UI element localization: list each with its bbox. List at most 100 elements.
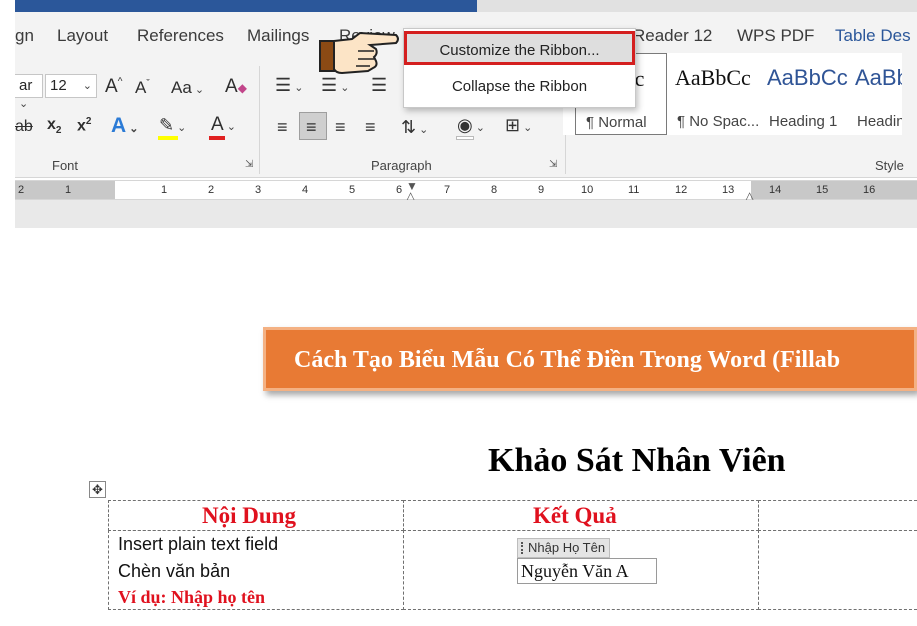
- table-move-handle-icon[interactable]: ✥: [89, 481, 106, 498]
- align-center-button[interactable]: ≡: [299, 112, 327, 140]
- style-sample: AaBbC: [855, 65, 902, 90]
- highlight-color-swatch: [158, 136, 178, 140]
- align-center-icon: ≡: [306, 117, 317, 137]
- align-right-icon[interactable]: ≡: [335, 118, 346, 136]
- styles-group-label: Style: [875, 158, 904, 173]
- align-left-icon[interactable]: ≡: [277, 118, 288, 136]
- highlighter-icon[interactable]: ✎ ⌄: [159, 116, 186, 134]
- font-size-value: 12: [50, 77, 67, 94]
- font-size-combo[interactable]: 12 ⌄: [45, 74, 97, 98]
- superscript-mark: 2: [85, 116, 92, 127]
- style-heading-1[interactable]: AaBbCc Heading 1: [759, 53, 851, 135]
- ruler-label: 10: [581, 184, 594, 196]
- tab-layout[interactable]: Layout: [57, 26, 108, 46]
- ruler-label: 11: [628, 184, 640, 196]
- tab-mailings[interactable]: Mailings: [247, 26, 309, 46]
- ruler-label: 15: [816, 184, 829, 196]
- superscript-icon[interactable]: x2: [77, 116, 91, 135]
- title-bar-strip: [15, 0, 917, 12]
- table-cell[interactable]: [758, 530, 917, 610]
- shading-icon[interactable]: ◉ ⌄: [457, 116, 485, 134]
- content-control-tag[interactable]: Nhập Họ Tên: [517, 538, 611, 558]
- line-spacing-icon[interactable]: ⇅ ⌄: [401, 118, 428, 136]
- ruler-label: 2: [208, 184, 215, 196]
- tab-references[interactable]: References: [137, 26, 224, 46]
- ruler-label: 4: [302, 184, 309, 196]
- paragraph-dialog-launcher-icon[interactable]: ⇲: [549, 159, 557, 170]
- style-name: Heading 1: [769, 113, 838, 130]
- customize-ribbon-menu-item[interactable]: Customize the Ribbon...: [404, 31, 635, 65]
- ruler-label: 1: [65, 184, 72, 196]
- tab-wps-pdf[interactable]: WPS PDF: [737, 26, 814, 46]
- chevron-down-icon: ⌄: [19, 98, 29, 110]
- ruler-label: 12: [675, 184, 688, 196]
- subscript-glyph: x: [47, 116, 56, 133]
- ruler-gutter: [15, 200, 917, 228]
- style-no-spacing[interactable]: AaBbCc ¶ No Spac...: [667, 53, 759, 135]
- drag-handle-icon[interactable]: [521, 542, 524, 554]
- chevron-down-icon: ⌄: [291, 82, 304, 94]
- pointing-hand-icon: [319, 31, 399, 75]
- header-content: Nội Dung: [202, 503, 296, 528]
- ruler-label: 5: [349, 184, 356, 196]
- strikethrough-glyph: ab: [15, 118, 33, 135]
- plain-text-content-control[interactable]: Nguyễn Văn A: [517, 558, 657, 584]
- ruler-label: 1: [161, 184, 168, 196]
- chevron-down-icon: ⌄: [520, 122, 533, 134]
- subscript-icon[interactable]: x2: [47, 116, 61, 136]
- strikethrough-icon[interactable]: ab: [15, 118, 33, 136]
- ruler-label: 2: [18, 184, 25, 196]
- change-case-glyph: Aa: [171, 78, 192, 97]
- style-sample: AaBbCc: [767, 65, 848, 90]
- grow-font-icon[interactable]: A^: [105, 76, 122, 98]
- row-line-1: Insert plain text field: [118, 534, 279, 554]
- style-sample: AaBbCc: [675, 65, 751, 90]
- title-banner: Cách Tạo Biểu Mẫu Có Thể Điền Trong Word…: [263, 327, 917, 391]
- content-control-title: Nhập Họ Tên: [528, 540, 606, 555]
- ruler-label: 16: [863, 184, 876, 196]
- chevron-down-icon: ⌄: [191, 84, 205, 96]
- chevron-down-icon: ⌄: [126, 123, 139, 135]
- tab-reader[interactable]: Reader 12: [633, 26, 712, 46]
- borders-icon[interactable]: ⊞ ⌄: [505, 116, 532, 134]
- ruler-label: 3: [255, 184, 262, 196]
- font-color-swatch: [209, 136, 225, 140]
- table-header-cell[interactable]: [758, 500, 917, 531]
- row-line-2: Chèn văn bản: [118, 561, 231, 581]
- bullets-icon[interactable]: ☰ ⌄: [275, 76, 303, 94]
- style-name: ¶ No Spac...: [677, 113, 760, 130]
- row-example: Ví dụ: Nhập họ tên: [118, 587, 266, 607]
- font-color-icon[interactable]: A ⌄: [211, 114, 236, 136]
- subscript-mark: 2: [55, 125, 62, 137]
- title-bar-rest: [477, 0, 917, 12]
- font-dialog-launcher-icon[interactable]: ⇲: [245, 159, 253, 170]
- tab-design[interactable]: gn: [15, 26, 34, 46]
- justify-icon[interactable]: ≡: [365, 118, 376, 136]
- shrink-font-icon[interactable]: Aˇ: [135, 78, 150, 98]
- font-group-label: Font: [52, 158, 79, 173]
- change-case-button[interactable]: Aa ⌄: [171, 78, 204, 98]
- text-effects-icon[interactable]: A ⌄: [111, 114, 138, 138]
- document-title: Khảo Sát Nhân Viên: [488, 442, 786, 479]
- font-name-combo[interactable]: ar ⌄: [15, 74, 43, 110]
- shrink-font-glyph: A: [135, 78, 147, 97]
- text-effects-glyph: A: [111, 114, 127, 137]
- group-separator: [259, 66, 260, 174]
- chevron-down-icon: ⌄: [223, 121, 236, 133]
- ruler-label: 8: [491, 184, 498, 196]
- chevron-down-icon: ⌄: [337, 82, 350, 94]
- clear-formatting-icon[interactable]: A◆: [225, 76, 247, 98]
- banner-text: Cách Tạo Biểu Mẫu Có Thể Điền Trong Word…: [294, 347, 841, 373]
- collapse-ribbon-menu-item[interactable]: Collapse the Ribbon: [404, 70, 635, 104]
- shading-color-swatch: [456, 136, 474, 140]
- header-result: Kết Quả: [533, 503, 617, 528]
- horizontal-ruler[interactable]: 2 1 1 2 3 4 5 6 7 8 9 10 11 12 13 14 15 …: [15, 179, 917, 203]
- style-name: ¶ Normal: [586, 114, 647, 131]
- ruler-label: 6: [396, 184, 403, 196]
- ruler-label: 7: [444, 184, 451, 196]
- ribbon-context-menu: Customize the Ribbon... Collapse the Rib…: [403, 28, 636, 108]
- tab-table-design[interactable]: Table Des: [835, 26, 911, 46]
- superscript-glyph: x: [77, 117, 86, 135]
- style-heading-2[interactable]: AaBbC Headin: [851, 53, 902, 135]
- font-name-value: ar: [19, 77, 33, 94]
